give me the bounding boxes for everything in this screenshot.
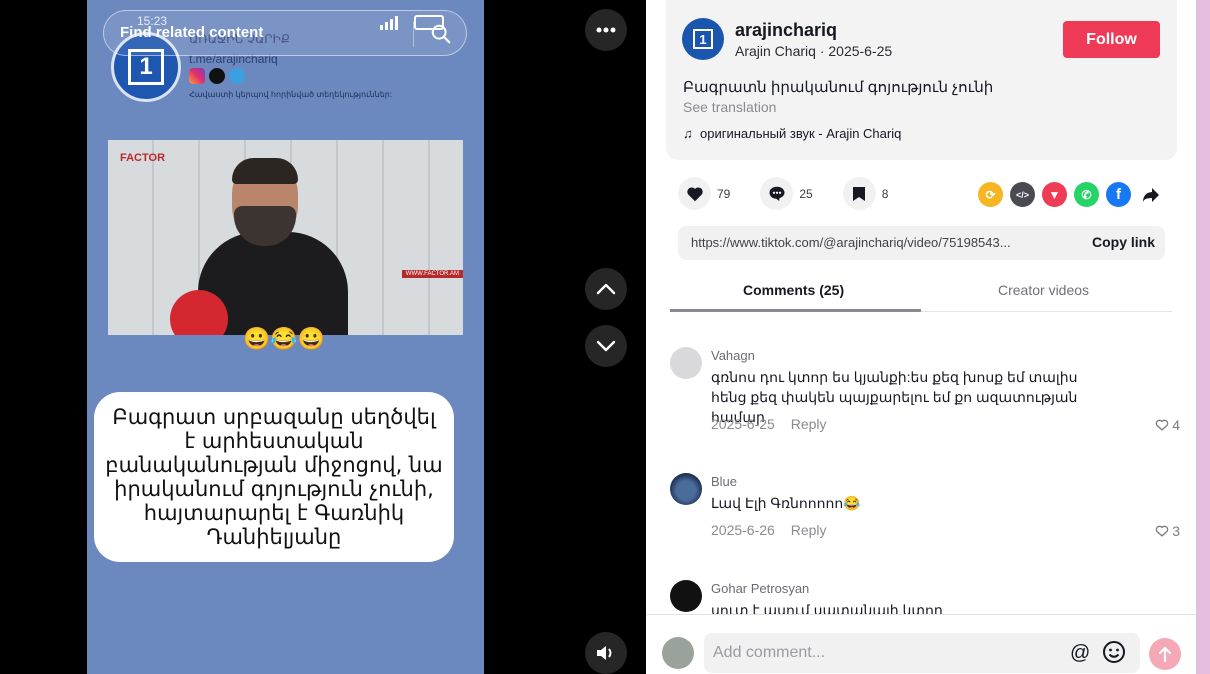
commenter-name[interactable]: Gohar Petrosyan — [711, 581, 809, 596]
embed-icon[interactable]: </> — [1010, 182, 1035, 207]
save-count: 8 — [881, 186, 889, 201]
comment-composer: @ — [646, 614, 1196, 674]
comment-icon — [769, 186, 785, 201]
comment-meta: 2025-6-25 Reply — [711, 416, 827, 432]
telegram-icon — [229, 68, 245, 84]
whatsapp-icon[interactable]: ✆ — [1074, 182, 1099, 207]
post-info-card: 1 arajinchariq Arajin Chariq · 2025-6-25… — [666, 0, 1177, 160]
emoji-row: 😀😂😀 — [243, 326, 326, 351]
comment-text: սուտ է ասում սատանայի կտոր — [711, 602, 943, 614]
send-icon[interactable]: ▼ — [1042, 182, 1067, 207]
follow-button[interactable]: Follow — [1063, 21, 1160, 58]
tiktok-icon — [209, 68, 225, 84]
commenter-avatar[interactable] — [670, 473, 702, 505]
author-subline: Arajin Chariq · 2025-6-25 — [735, 43, 893, 59]
commenter-avatar[interactable] — [670, 580, 702, 612]
chevron-up-icon — [596, 283, 616, 295]
like-count: 79 — [717, 186, 731, 201]
comment-like-count: 3 — [1172, 523, 1180, 539]
comment-action[interactable]: 25 — [760, 177, 813, 210]
send-comment-button[interactable] — [1149, 638, 1181, 670]
video-tagline: Հավաստի կերպով հորինված տեղեկություններ: — [189, 90, 393, 99]
arrow-up-icon — [1158, 646, 1172, 662]
comment-text: Լավ Էլի Գռնոոոոո😂 — [711, 495, 861, 511]
comment-like-count: 4 — [1172, 417, 1180, 433]
repost-icon[interactable]: ⟳ — [978, 182, 1003, 207]
copy-link-button[interactable]: Copy link — [1092, 234, 1155, 250]
tab-creator-videos[interactable]: Creator videos — [998, 282, 1089, 298]
comment-date: 2025-6-25 — [711, 416, 775, 432]
see-translation-link[interactable]: See translation — [683, 99, 776, 115]
music-note-icon: ♫ — [683, 126, 693, 141]
comment-count: 25 — [799, 186, 813, 201]
volume-button[interactable] — [585, 632, 627, 674]
window-edge-strip — [1196, 0, 1210, 674]
video-link-bar: https://www.tiktok.com/@arajinchariq/vid… — [678, 226, 1165, 260]
heart-icon — [686, 186, 703, 201]
action-bar: 79 25 8 — [678, 177, 918, 210]
comments-list[interactable]: Vahagn գռնոս դու կտոր ես կյանքի:ես քեզ խ… — [646, 312, 1196, 614]
commenter-name[interactable]: Vahagn — [711, 348, 755, 363]
post-description: Բագրատն իրականում գոյություն չունի — [683, 79, 994, 96]
comment-meta: 2025-6-26 Reply — [711, 522, 827, 538]
more-icon — [596, 27, 616, 33]
chevron-down-icon — [596, 340, 616, 352]
commenter-avatar[interactable] — [670, 347, 702, 379]
instagram-icon — [189, 68, 205, 84]
current-user-avatar[interactable] — [662, 637, 694, 669]
tab-comments[interactable]: Comments (25) — [743, 282, 844, 298]
search-icon[interactable] — [430, 23, 452, 45]
share-arrow-icon[interactable] — [1138, 182, 1163, 207]
find-related-search[interactable]: Find related content — [103, 10, 467, 56]
music-title: оригинальный звук - Arajin Chariq — [699, 126, 902, 141]
save-action[interactable]: 8 — [842, 177, 889, 210]
video-clip-frame: FACTOR WWW.FACTOR.AM — [108, 140, 463, 335]
video-url: https://www.tiktok.com/@arajinchariq/vid… — [691, 235, 1011, 250]
heart-outline-icon — [1155, 525, 1169, 537]
share-buttons: ⟳ </> ▼ ✆ f — [978, 182, 1163, 207]
author-avatar[interactable]: 1 — [682, 18, 724, 60]
comment-like[interactable]: 4 — [1155, 417, 1180, 433]
panel-tabs: Comments (25) Creator videos — [670, 274, 1172, 312]
like-action[interactable]: 79 — [678, 177, 730, 210]
mention-button[interactable]: @ — [1070, 642, 1090, 665]
video-social-icons — [189, 68, 245, 84]
bookmark-icon — [853, 186, 866, 201]
heart-outline-icon — [1155, 419, 1169, 431]
emoji-icon[interactable] — [1102, 640, 1126, 664]
previous-video-button[interactable] — [585, 268, 627, 310]
more-options-button[interactable] — [585, 9, 627, 51]
volume-icon — [597, 646, 612, 660]
clip-logo: FACTOR — [120, 152, 166, 164]
facebook-icon[interactable]: f — [1106, 182, 1131, 207]
comment-like[interactable]: 3 — [1155, 523, 1180, 539]
reply-button[interactable]: Reply — [791, 522, 827, 538]
clip-url-tag: WWW.FACTOR.AM — [401, 270, 463, 278]
video-caption: Բագրատ սրբազանը սեղծվել է արհեստական բան… — [94, 392, 454, 562]
reply-button[interactable]: Reply — [791, 416, 827, 432]
video-player[interactable]: 1 ԱՌԱՋԻՆ ՉԱՐԻՔ t.me/arajinchariq Հավաստի… — [87, 0, 484, 674]
author-handle[interactable]: arajinchariq — [735, 20, 837, 41]
tiktok-video-page: 1 ԱՌԱՋԻՆ ՉԱՐԻՔ t.me/arajinchariq Հավաստի… — [0, 0, 1210, 674]
search-placeholder: Find related content — [120, 24, 264, 41]
commenter-name[interactable]: Blue — [711, 474, 737, 489]
music-link[interactable]: ♫ оригинальный звук - Arajin Chariq — [683, 126, 901, 141]
details-panel: 1 arajinchariq Arajin Chariq · 2025-6-25… — [646, 0, 1196, 674]
comment-date: 2025-6-26 — [711, 522, 775, 538]
next-video-button[interactable] — [585, 325, 627, 367]
